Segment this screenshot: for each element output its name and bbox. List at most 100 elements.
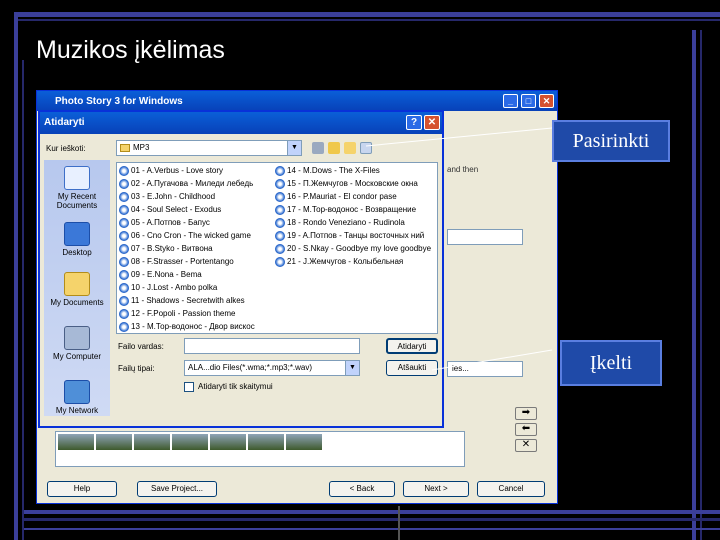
callout-select: Pasirinkti <box>552 120 670 162</box>
look-in-label: Kur ieškoti: <box>46 144 86 153</box>
next-button[interactable]: Next > <box>403 481 469 497</box>
my-computer-icon <box>64 326 90 350</box>
photo-thumbnail[interactable] <box>172 434 208 450</box>
file-name: 15 - П.Жемчугов - Московские окна <box>287 179 418 188</box>
file-item[interactable]: 17 - М.Тор-водонос - Возвращение <box>275 204 416 216</box>
dialog-cancel-button[interactable]: Atšaukti <box>386 360 438 376</box>
desktop-icon <box>64 222 90 246</box>
file-name: 17 - М.Тор-водонос - Возвращение <box>287 205 417 214</box>
file-list[interactable]: 01 - A.Verbus - Love story 02 - A.Пугачов… <box>116 162 438 334</box>
slide-border-left-inner <box>22 60 24 540</box>
dialog-close-icon[interactable]: ✕ <box>424 115 440 130</box>
file-item[interactable]: 02 - A.Пугачова - Миледи лебедь <box>119 178 253 190</box>
help-icon[interactable]: ? <box>406 115 422 130</box>
file-item[interactable]: 01 - A.Verbus - Love story <box>119 165 223 177</box>
photo-thumbnail[interactable] <box>286 434 322 450</box>
file-item[interactable]: 10 - J.Lost - Ambo polka <box>119 282 217 294</box>
media-file-icon <box>119 218 129 228</box>
remove-icon[interactable]: ✕ <box>515 439 537 452</box>
look-in-value: MP3 <box>133 143 150 152</box>
slide-divider <box>398 506 400 540</box>
place-desktop[interactable]: Desktop <box>44 222 110 257</box>
open-button[interactable]: Atidaryti <box>386 338 438 354</box>
move-right-icon[interactable]: ➡ <box>515 407 537 420</box>
file-name: 06 - Cno Cron - The wicked game <box>131 231 251 240</box>
file-item[interactable]: 16 - P.Mauriat - El condor pase <box>275 191 397 203</box>
media-file-icon <box>119 283 129 293</box>
file-name: 11 - Shadows - Secretwith alkes <box>131 296 245 305</box>
slide-border-top-inner <box>16 19 720 21</box>
file-name: 05 - A.Потпов - Бапус <box>131 218 210 227</box>
media-file-icon <box>275 179 285 189</box>
photo-thumbnail[interactable] <box>96 434 132 450</box>
folder-icon <box>120 144 130 152</box>
file-name: 02 - A.Пугачова - Миледи лебедь <box>131 179 254 188</box>
file-item[interactable]: 13 - M.Тор-водонос - Двор вискос <box>119 321 255 333</box>
look-in-dropdown[interactable]: MP3 ▼ <box>116 140 302 156</box>
file-item[interactable]: 20 - S.Nkay - Goodbye my love goodbye <box>275 243 431 255</box>
file-item[interactable]: 19 - A.Потпов - Танцы восточных ний <box>275 230 424 242</box>
readonly-checkbox[interactable] <box>184 382 194 392</box>
file-item[interactable]: 07 - B.Styko - Витвона <box>119 243 213 255</box>
place-label: My Documents <box>50 298 104 307</box>
help-button[interactable]: Help <box>47 481 117 497</box>
file-item[interactable]: 14 - M.Dows - The X-Files <box>275 165 380 177</box>
file-item[interactable]: 15 - П.Жемчугов - Московские окна <box>275 178 418 190</box>
filetype-dropdown[interactable]: ALA...dio Files(*.wma;*.mp3;*.wav) ▼ <box>184 360 360 376</box>
photo-story-field[interactable] <box>447 229 523 245</box>
file-item[interactable]: 21 - J.Жемчугов - Колыбельная <box>275 256 403 268</box>
maximize-icon[interactable]: □ <box>521 94 536 108</box>
media-file-icon <box>119 296 129 306</box>
photo-thumbnail[interactable] <box>210 434 246 450</box>
place-my-computer[interactable]: My Computer <box>44 326 110 361</box>
filename-input[interactable] <box>184 338 360 354</box>
place-my-documents[interactable]: My Documents <box>44 272 110 307</box>
media-file-icon <box>275 166 285 176</box>
media-file-icon <box>119 244 129 254</box>
file-item[interactable]: 05 - A.Потпов - Бапус <box>119 217 210 229</box>
dialog-titlebar: Atidaryti ? ✕ <box>40 112 442 134</box>
place-my-network[interactable]: My Network <box>44 380 110 415</box>
chevron-down-icon[interactable]: ▼ <box>345 361 359 375</box>
file-item[interactable]: 03 - E.John - Childhood <box>119 191 215 203</box>
filetype-label: Failų tipai: <box>118 364 155 373</box>
save-project-button[interactable]: Save Project... <box>137 481 217 497</box>
photo-thumbnail[interactable] <box>58 434 94 450</box>
file-name: 03 - E.John - Childhood <box>131 192 216 201</box>
place-recent-documents[interactable]: My Recent Documents <box>44 166 110 210</box>
file-item[interactable]: 06 - Cno Cron - The wicked game <box>119 230 251 242</box>
file-item[interactable]: 12 - F.Popoli - Passion theme <box>119 308 236 320</box>
photo-story-titlebar: Photo Story 3 for Windows _ □ ✕ <box>37 91 557 111</box>
chevron-down-icon[interactable]: ▼ <box>287 141 301 155</box>
file-item[interactable]: 18 - Rondo Veneziano - Rudinola <box>275 217 405 229</box>
cancel-button[interactable]: Cancel <box>477 481 545 497</box>
file-name: 10 - J.Lost - Ambo polka <box>131 283 218 292</box>
back-button[interactable]: < Back <box>329 481 395 497</box>
media-file-icon <box>119 166 129 176</box>
close-icon[interactable]: ✕ <box>539 94 554 108</box>
file-item[interactable]: 11 - Shadows - Secretwith alkes <box>119 295 245 307</box>
file-name: 13 - M.Тор-водонос - Двор вискос <box>131 322 255 331</box>
move-left-icon[interactable]: ⬅ <box>515 423 537 436</box>
photo-thumbnail[interactable] <box>248 434 284 450</box>
media-file-icon <box>119 205 129 215</box>
back-arrow-icon[interactable] <box>312 142 324 154</box>
file-item[interactable]: 09 - E.Nona - Bema <box>119 269 202 281</box>
file-name: 01 - A.Verbus - Love story <box>131 166 224 175</box>
file-name: 20 - S.Nkay - Goodbye my love goodbye <box>287 244 432 253</box>
photo-story-select-button[interactable]: ies... <box>447 361 523 377</box>
up-folder-icon[interactable] <box>328 142 340 154</box>
new-folder-icon[interactable] <box>344 142 356 154</box>
file-item[interactable]: 08 - F.Strasser - Portentango <box>119 256 234 268</box>
file-name: 21 - J.Жемчугов - Колыбельная <box>287 257 404 266</box>
slide-border-right-inner <box>700 30 702 540</box>
photo-thumbnail[interactable] <box>134 434 170 450</box>
dialog-title: Atidaryti <box>44 117 85 128</box>
file-name: 04 - Soul Select - Exodus <box>131 205 222 214</box>
view-menu-icon[interactable] <box>360 142 372 154</box>
file-name: 16 - P.Mauriat - El condor pase <box>287 192 397 201</box>
file-item[interactable]: 04 - Soul Select - Exodus <box>119 204 221 216</box>
photo-filmstrip[interactable] <box>55 431 465 467</box>
minimize-icon[interactable]: _ <box>503 94 518 108</box>
slide-border-bottom-inner <box>24 518 720 521</box>
